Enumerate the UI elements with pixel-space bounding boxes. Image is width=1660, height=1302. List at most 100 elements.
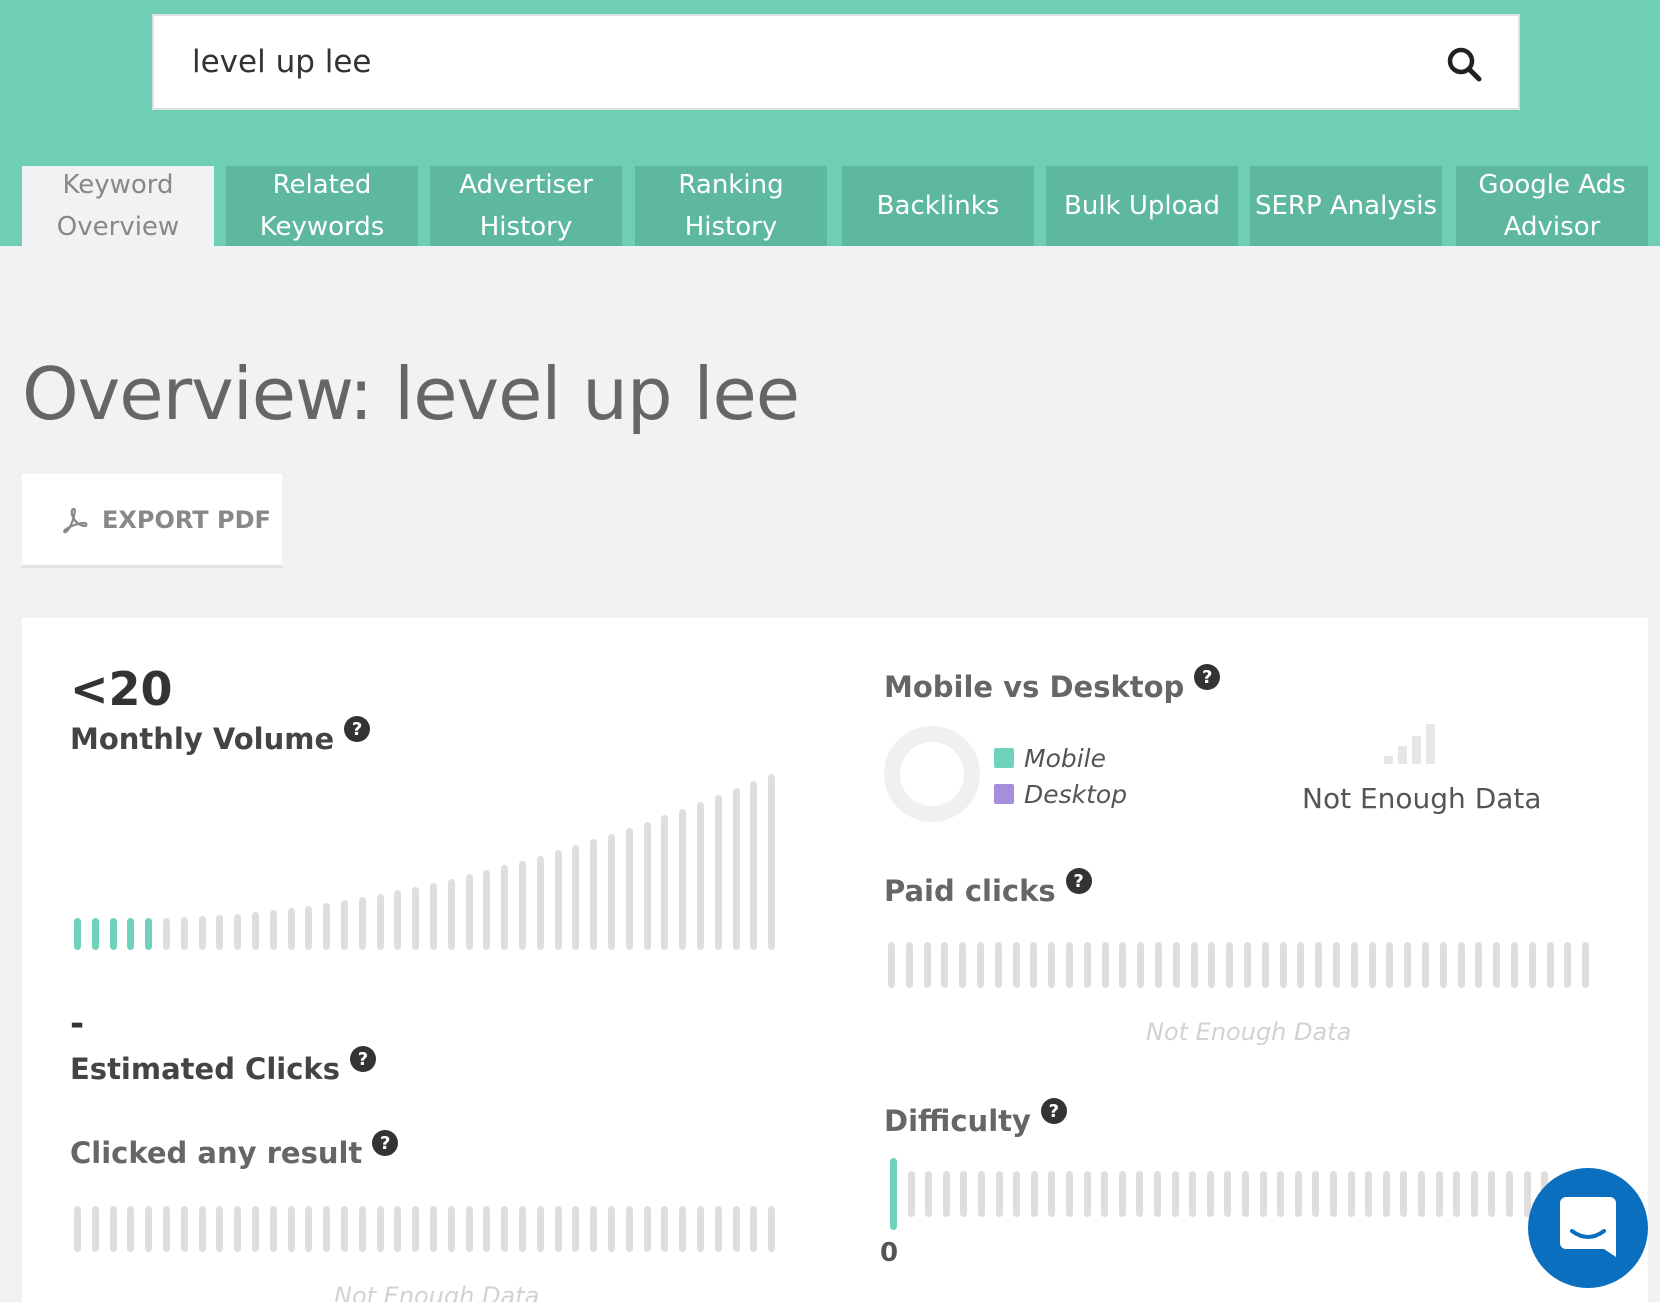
chart-bar bbox=[1048, 1171, 1056, 1217]
help-icon[interactable]: ? bbox=[1194, 664, 1221, 690]
chart-bar bbox=[1564, 942, 1572, 988]
help-icon[interactable]: ? bbox=[372, 1130, 399, 1156]
chart-bar bbox=[430, 883, 437, 950]
tab-keyword-overview[interactable]: Keyword Overview bbox=[22, 166, 214, 246]
chart-bar bbox=[608, 834, 615, 950]
monthly-volume-value: <20 bbox=[70, 662, 173, 716]
chart-bar bbox=[501, 1206, 509, 1252]
chart-bar bbox=[960, 1171, 968, 1217]
pdf-icon bbox=[63, 507, 88, 533]
chart-bar bbox=[1457, 942, 1465, 988]
chart-bar bbox=[1206, 1171, 1214, 1217]
chart-bar bbox=[1208, 942, 1216, 988]
tab-serp-analysis[interactable]: SERP Analysis bbox=[1250, 166, 1442, 246]
estimated-clicks-value: - bbox=[70, 1004, 85, 1044]
chart-bar bbox=[536, 856, 544, 950]
tab-google-ads-advisor[interactable]: Google Ads Advisor bbox=[1456, 166, 1648, 246]
help-icon[interactable]: ? bbox=[1065, 868, 1092, 894]
difficulty-indicator bbox=[890, 1158, 897, 1230]
chart-bar bbox=[923, 942, 931, 988]
chart-bar bbox=[590, 1206, 598, 1252]
search-input[interactable] bbox=[192, 16, 1392, 108]
chart-bar bbox=[358, 1206, 366, 1252]
chart-bar bbox=[1294, 1171, 1302, 1217]
difficulty-chart bbox=[890, 1158, 1550, 1230]
export-pdf-button[interactable]: EXPORT PDF bbox=[22, 474, 282, 568]
chart-bar bbox=[977, 942, 984, 988]
export-pdf-label: EXPORT PDF bbox=[102, 505, 271, 534]
chart-bar bbox=[732, 788, 740, 950]
chart-bar bbox=[643, 822, 651, 950]
chart-bar bbox=[91, 918, 99, 950]
chat-launcher-button[interactable] bbox=[1528, 1168, 1648, 1288]
chart-bar bbox=[91, 1206, 99, 1252]
chat-icon bbox=[1560, 1197, 1616, 1257]
tab-backlinks[interactable]: Backlinks bbox=[842, 166, 1034, 246]
tab-advertiser-history[interactable]: Advertiser History bbox=[430, 166, 622, 246]
chart-bar bbox=[1368, 942, 1376, 988]
chart-bar bbox=[198, 1206, 206, 1252]
clicked-any-result-chart bbox=[74, 1204, 786, 1252]
chart-bar bbox=[1350, 942, 1358, 988]
help-icon[interactable]: ? bbox=[344, 716, 371, 742]
difficulty-value: 0 bbox=[880, 1238, 899, 1268]
chart-bar bbox=[216, 1206, 224, 1252]
tab-related-keywords[interactable]: Related Keywords bbox=[226, 166, 418, 246]
clicked-any-result-status: Not Enough Data bbox=[334, 1282, 540, 1302]
chart-bar bbox=[1259, 1171, 1267, 1217]
chart-bar bbox=[323, 1206, 331, 1252]
chart-bar bbox=[572, 845, 580, 950]
chart-bar bbox=[679, 1206, 687, 1252]
chart-bar bbox=[750, 781, 758, 950]
chart-bar bbox=[590, 839, 598, 950]
chart-bar bbox=[554, 850, 562, 950]
chart-bar bbox=[1435, 1171, 1443, 1217]
chart-bar bbox=[216, 915, 224, 950]
chart-bar bbox=[341, 1206, 348, 1252]
chart-bar bbox=[252, 912, 259, 950]
chart-bar bbox=[412, 887, 420, 950]
chart-bar bbox=[1136, 1171, 1144, 1217]
chart-bar bbox=[145, 918, 153, 950]
chart-bar bbox=[1488, 1171, 1496, 1217]
chart-bar bbox=[180, 1206, 188, 1252]
chart-bar bbox=[1386, 942, 1394, 988]
chart-bar bbox=[905, 942, 913, 988]
mobile-vs-desktop-label: Mobile vs Desktop ? bbox=[884, 664, 1221, 704]
clicked-any-result-label: Clicked any result ? bbox=[70, 1130, 399, 1170]
chart-bar bbox=[127, 1206, 135, 1252]
difficulty-label: Difficulty ? bbox=[884, 1098, 1067, 1138]
chart-bar bbox=[768, 774, 776, 950]
chart-bar bbox=[661, 815, 669, 950]
signal-icon bbox=[1384, 724, 1435, 764]
chart-bar bbox=[447, 1206, 455, 1252]
chart-bar bbox=[109, 918, 117, 950]
chart-bar bbox=[1030, 942, 1038, 988]
chart-bar bbox=[679, 809, 687, 950]
chart-bar bbox=[1155, 942, 1162, 988]
chart-bar bbox=[269, 1206, 277, 1252]
search-box[interactable] bbox=[152, 14, 1520, 110]
chart-bar bbox=[198, 916, 206, 950]
chart-bar bbox=[145, 1206, 153, 1252]
tab-bulk-upload[interactable]: Bulk Upload bbox=[1046, 166, 1238, 246]
search-icon[interactable] bbox=[1446, 46, 1482, 82]
chart-bar bbox=[269, 910, 277, 950]
chart-bar bbox=[714, 1206, 722, 1252]
chart-bar bbox=[1297, 942, 1305, 988]
chart-bar bbox=[358, 897, 366, 950]
chart-bar bbox=[1030, 1171, 1038, 1217]
chart-bar bbox=[1048, 942, 1056, 988]
chart-bar bbox=[1244, 942, 1251, 988]
chart-bar bbox=[1493, 942, 1501, 988]
chart-bar bbox=[1083, 942, 1091, 988]
chart-bar bbox=[163, 1206, 170, 1252]
chart-bar bbox=[925, 1171, 933, 1217]
mobile-desktop-donut bbox=[884, 726, 980, 822]
help-icon[interactable]: ? bbox=[349, 1046, 376, 1072]
chart-bar bbox=[959, 942, 967, 988]
legend-item-mobile: Mobile bbox=[994, 740, 1127, 776]
help-icon[interactable]: ? bbox=[1040, 1098, 1067, 1124]
tab-ranking-history[interactable]: Ranking History bbox=[635, 166, 827, 246]
chart-bar bbox=[483, 870, 491, 950]
